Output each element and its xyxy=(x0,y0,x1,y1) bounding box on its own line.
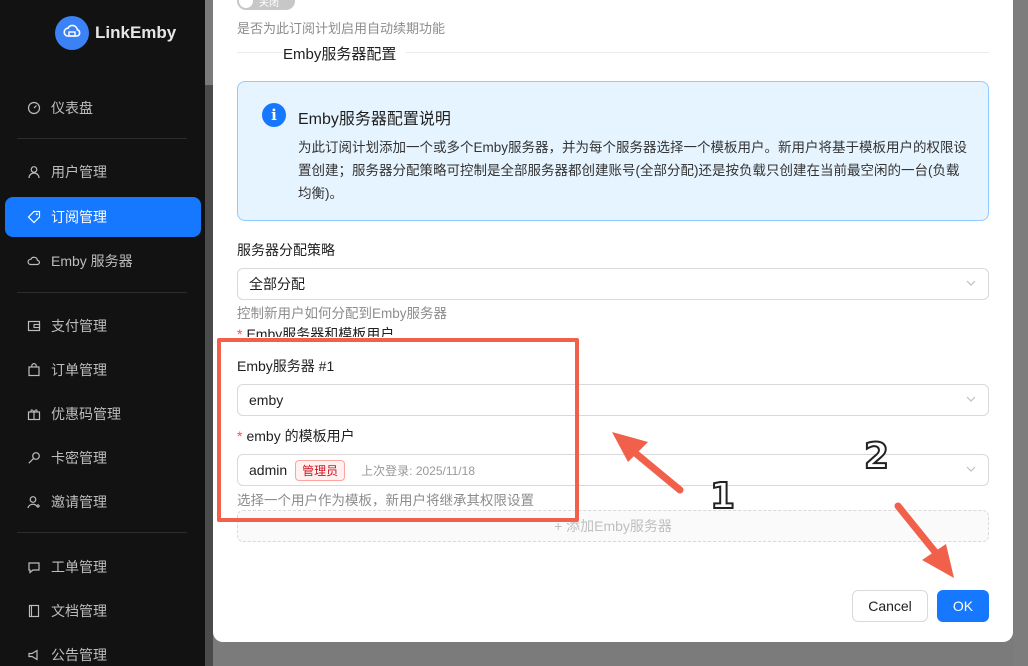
ok-button[interactable]: OK xyxy=(937,590,989,622)
cloud-icon xyxy=(27,254,41,268)
wallet-icon xyxy=(27,319,41,333)
chevron-down-icon xyxy=(966,466,976,472)
sidebar-divider xyxy=(17,292,187,293)
strategy-help: 控制新用户如何分配到Emby服务器 xyxy=(237,306,448,321)
sidebar-item-dashboard[interactable]: 仪表盘 xyxy=(5,88,201,128)
logo-icon xyxy=(55,16,89,50)
sidebar: LinkEmby 仪表盘 用户管理 订阅管理 Emby 服务器 支付管理 订单管… xyxy=(0,0,205,666)
sidebar-divider xyxy=(17,138,187,139)
sidebar-item-label: 工单管理 xyxy=(51,559,107,575)
sidebar-item-label: 订阅管理 xyxy=(51,209,107,225)
sidebar-item-label: Emby 服务器 xyxy=(51,253,133,269)
subscription-modal: 关闭 是否为此订阅计划启用自动续期功能 Emby服务器配置 i Emby服务器配… xyxy=(213,0,1013,642)
cancel-button[interactable]: Cancel xyxy=(852,590,928,622)
sidebar-item-label: 支付管理 xyxy=(51,318,107,334)
sidebar-item-label: 订单管理 xyxy=(51,362,107,378)
strategy-label: 服务器分配策略 xyxy=(237,242,335,258)
notification-icon xyxy=(27,648,41,662)
sidebar-item-label: 文档管理 xyxy=(51,603,107,619)
annotation-marker-1: 1 xyxy=(709,475,736,518)
chevron-down-icon xyxy=(966,280,976,286)
sidebar-item-label: 邀请管理 xyxy=(51,494,107,510)
dashboard-icon xyxy=(27,101,41,115)
info-alert: i Emby服务器配置说明 为此订阅计划添加一个或多个Emby服务器，并为每个服… xyxy=(237,81,989,221)
chevron-down-icon xyxy=(966,396,976,402)
key-icon xyxy=(27,451,41,465)
sidebar-item-docs[interactable]: 文档管理 xyxy=(5,591,201,631)
user-icon xyxy=(27,165,41,179)
alert-body: 为此订阅计划添加一个或多个Emby服务器，并为每个服务器选择一个模板用户。新用户… xyxy=(298,140,968,201)
sidebar-item-card-keys[interactable]: 卡密管理 xyxy=(5,438,201,478)
toggle-label: 关闭 xyxy=(259,0,279,9)
sidebar-item-label: 公告管理 xyxy=(51,647,107,663)
annotation-highlight-box xyxy=(217,338,579,522)
sidebar-item-users[interactable]: 用户管理 xyxy=(5,152,201,192)
auto-renew-toggle[interactable]: 关闭 xyxy=(237,0,295,10)
user-add-icon xyxy=(27,495,41,509)
sidebar-scrollbar[interactable] xyxy=(205,85,213,666)
sidebar-item-coupons[interactable]: 优惠码管理 xyxy=(5,394,201,434)
book-icon xyxy=(27,604,41,618)
chat-icon xyxy=(27,560,41,574)
sidebar-item-subscriptions[interactable]: 订阅管理 xyxy=(5,197,201,237)
strategy-value: 全部分配 xyxy=(249,276,305,292)
sidebar-item-invites[interactable]: 邀请管理 xyxy=(5,482,201,522)
sidebar-item-orders[interactable]: 订单管理 xyxy=(5,350,201,390)
app-logo[interactable]: LinkEmby xyxy=(55,16,176,50)
servers-label-text: Emby服务器和模板用户 xyxy=(246,326,395,337)
sidebar-item-label: 用户管理 xyxy=(51,164,107,180)
section-title: Emby服务器配置 xyxy=(283,43,407,64)
modal-backdrop[interactable] xyxy=(1013,0,1028,666)
servers-label: * Emby服务器和模板用户 xyxy=(237,325,394,337)
tag-icon xyxy=(27,210,41,224)
alert-title: Emby服务器配置说明 xyxy=(298,111,451,128)
bag-icon xyxy=(27,363,41,377)
modal-backdrop-bottom[interactable] xyxy=(213,642,1013,666)
app-name: LinkEmby xyxy=(95,23,177,42)
sidebar-divider xyxy=(17,532,187,533)
auto-renew-help: 是否为此订阅计划启用自动续期功能 xyxy=(237,21,446,36)
required-mark: * xyxy=(237,326,243,337)
sidebar-item-label: 优惠码管理 xyxy=(51,406,121,422)
sidebar-item-payments[interactable]: 支付管理 xyxy=(5,306,201,346)
annotation-marker-2: 2 xyxy=(863,435,890,478)
sidebar-item-announcements[interactable]: 公告管理 xyxy=(5,635,201,666)
sidebar-item-tickets[interactable]: 工单管理 xyxy=(5,547,201,587)
strategy-select[interactable]: 全部分配 xyxy=(237,268,989,300)
gift-icon xyxy=(27,407,41,421)
info-icon: i xyxy=(262,103,286,127)
sidebar-item-emby-servers[interactable]: Emby 服务器 xyxy=(5,241,201,281)
sidebar-item-label: 卡密管理 xyxy=(51,450,107,466)
toggle-knob xyxy=(239,0,253,8)
sidebar-item-label: 仪表盘 xyxy=(51,100,93,116)
